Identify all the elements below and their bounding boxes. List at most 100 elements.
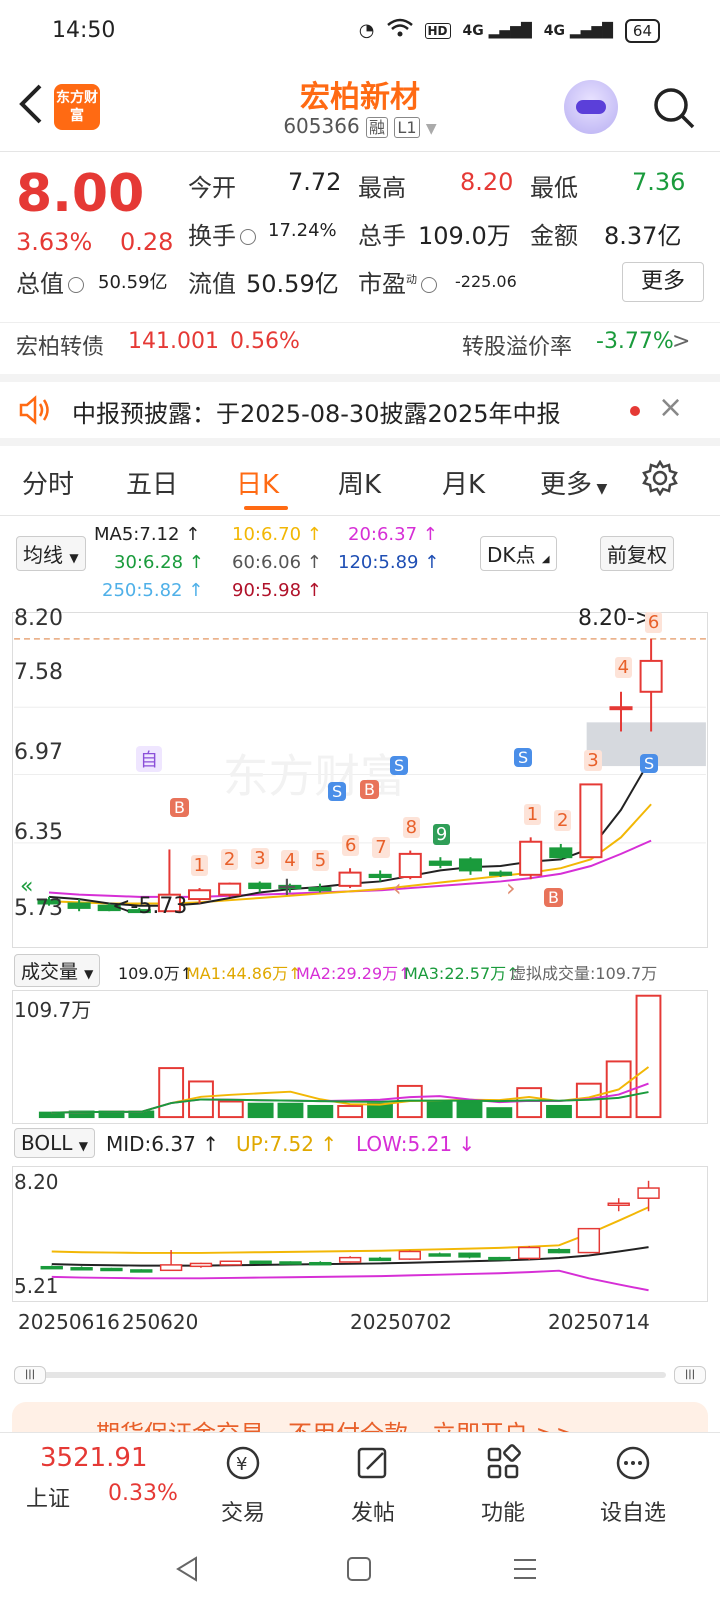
buy-tag-3[interactable]: B: [544, 888, 563, 907]
buy-tag-2[interactable]: B: [360, 780, 379, 799]
volume-bar: [217, 1100, 244, 1119]
volume-ymax: 109.7万: [14, 998, 92, 1022]
volume-bar: [486, 1107, 513, 1119]
promo-banner[interactable]: 期货保证金交易，不用付全款，立即开户 >>: [12, 1402, 708, 1432]
boll-ymin: 5.21: [14, 1274, 59, 1298]
volume-bar: [367, 1102, 393, 1119]
candle-body: [609, 706, 633, 711]
more-button[interactable]: 更多: [622, 262, 704, 302]
candle-body: [549, 847, 573, 859]
nav-back-icon[interactable]: [172, 1554, 202, 1584]
nav-recents-icon[interactable]: [510, 1554, 540, 1584]
y-label-2: 7.58: [14, 660, 63, 685]
td-count-label: 3: [251, 848, 269, 870]
tab-monthly-k[interactable]: 月K: [442, 464, 485, 501]
tab-more[interactable]: 更多 ▼: [540, 464, 607, 501]
bond-name: 宏柏转债: [16, 335, 105, 360]
date-label-1: 20250616: [18, 1310, 120, 1334]
boll-candle-body: [40, 1265, 63, 1270]
tab-intraday[interactable]: 分时: [22, 464, 74, 501]
volume-bar: [546, 1104, 572, 1119]
candle-body: [519, 840, 543, 876]
boll-candle-body: [189, 1262, 213, 1268]
nav-trade[interactable]: ¥ 交易: [198, 1443, 288, 1527]
nav-add-watchlist[interactable]: 设自选: [588, 1443, 678, 1527]
td-count-label: 4: [281, 850, 299, 872]
turnover-label[interactable]: 换手: [188, 216, 260, 251]
chart-right-arrow[interactable]: ›: [506, 874, 516, 902]
pe-label[interactable]: 市盈动: [358, 264, 441, 299]
candle-body: [338, 871, 362, 887]
tab-daily-k[interactable]: 日K: [236, 464, 279, 501]
candle-body: [368, 873, 392, 879]
sell-tag-3[interactable]: S: [514, 748, 533, 767]
scroll-handle-left[interactable]: |||: [14, 1366, 46, 1384]
nav-functions[interactable]: 功能: [458, 1443, 548, 1527]
system-nav-bar: [0, 1524, 720, 1612]
boll-candle-body: [100, 1267, 123, 1272]
boll-candle-body: [458, 1252, 481, 1258]
volume-chart[interactable]: 109.7万: [12, 990, 708, 1124]
dk-point-button[interactable]: DK点 ◢: [480, 536, 557, 571]
settings-gear-icon[interactable]: [642, 459, 678, 500]
nav-post[interactable]: 发帖: [328, 1443, 418, 1527]
tab-five-day[interactable]: 五日: [126, 464, 178, 501]
speaker-icon: [18, 394, 52, 430]
boll-candle-body: [518, 1246, 541, 1260]
edit-icon: [357, 1447, 387, 1479]
tab-weekly-k[interactable]: 周K: [338, 464, 381, 501]
convertible-bond-row[interactable]: 宏柏转债 141.001 0.56% 转股溢价率 -3.77% >: [0, 322, 720, 374]
volume-value: 109.0万: [418, 222, 511, 250]
volume-bar: [277, 1102, 304, 1119]
volume-bar: [247, 1102, 274, 1119]
chart-left-arrow[interactable]: ‹: [392, 874, 402, 902]
notice-bar[interactable]: 中报预披露：于2025-08-30披露2025年中报 ×: [0, 374, 720, 446]
volume-bar: [158, 1067, 185, 1119]
ma-select-dropdown[interactable]: 均线 ▼: [16, 536, 86, 571]
sell-tag-2[interactable]: S: [390, 756, 409, 775]
price-adjust-button[interactable]: 前复权: [600, 536, 674, 571]
volume-bar: [635, 994, 662, 1119]
boll-legend: BOLL ▼ MID:6.37 ↑ UP:7.52 ↑ LOW:5.21 ↓: [0, 1128, 720, 1164]
nav-home-icon[interactable]: [344, 1554, 374, 1584]
search-button[interactable]: [652, 86, 695, 129]
sell-tag-4[interactable]: S: [640, 754, 659, 773]
boll-candle-body: [70, 1267, 93, 1271]
index-ticker[interactable]: 3521.91 上证 0.33%: [20, 1437, 190, 1521]
sell-tag-1[interactable]: S: [328, 782, 347, 801]
volume-label: 总手: [358, 222, 406, 250]
indicator-select-dropdown[interactable]: BOLL ▼: [14, 1128, 95, 1158]
close-icon[interactable]: ×: [658, 390, 683, 425]
boll-mid: MID:6.37 ↑: [106, 1132, 219, 1156]
boll-candle-body: [428, 1253, 451, 1257]
scroll-left-icon[interactable]: «: [20, 874, 33, 899]
kline-chart[interactable]: 东方财富 8.20 7.58 6.97 6.35 5.73 8.20-> <-5…: [12, 606, 708, 948]
mktcap-label[interactable]: 总值: [16, 264, 88, 299]
date-label-4: 20250714: [548, 1310, 650, 1334]
assistant-robot-icon[interactable]: [564, 80, 618, 134]
boll-candle-body: [338, 1256, 362, 1263]
turnover-value: 17.24%: [268, 220, 337, 241]
amount-value: 8.37亿: [604, 222, 682, 250]
change-percent: 3.63%: [16, 228, 93, 256]
crosshair-icon[interactable]: +: [276, 872, 298, 902]
volume-select-dropdown[interactable]: 成交量 ▼: [14, 954, 101, 987]
buy-tag-1[interactable]: B: [170, 798, 189, 817]
current-price: 8.00: [16, 164, 145, 224]
mktcap-value: 50.59亿: [98, 272, 168, 293]
boll-candle-body: [488, 1256, 511, 1261]
volume-bar: [516, 1087, 543, 1119]
high-value: 8.20: [460, 168, 514, 196]
boll-candle-body: [249, 1260, 272, 1264]
chart-scrollbar[interactable]: ||| |||: [14, 1366, 706, 1384]
index-value: 3521.91: [40, 1443, 148, 1473]
boll-chart[interactable]: 8.20 5.21: [12, 1166, 708, 1302]
td-count-label: 8: [402, 816, 421, 838]
low-marker-label: <-5.73: [112, 894, 188, 919]
stock-code: 605366: [283, 114, 360, 138]
candle-body: [579, 783, 603, 859]
scroll-handle-right[interactable]: |||: [674, 1366, 706, 1384]
index-pct: 0.33%: [108, 1481, 178, 1506]
candle-body: [639, 659, 663, 693]
self-select-tag[interactable]: 自: [136, 746, 162, 772]
